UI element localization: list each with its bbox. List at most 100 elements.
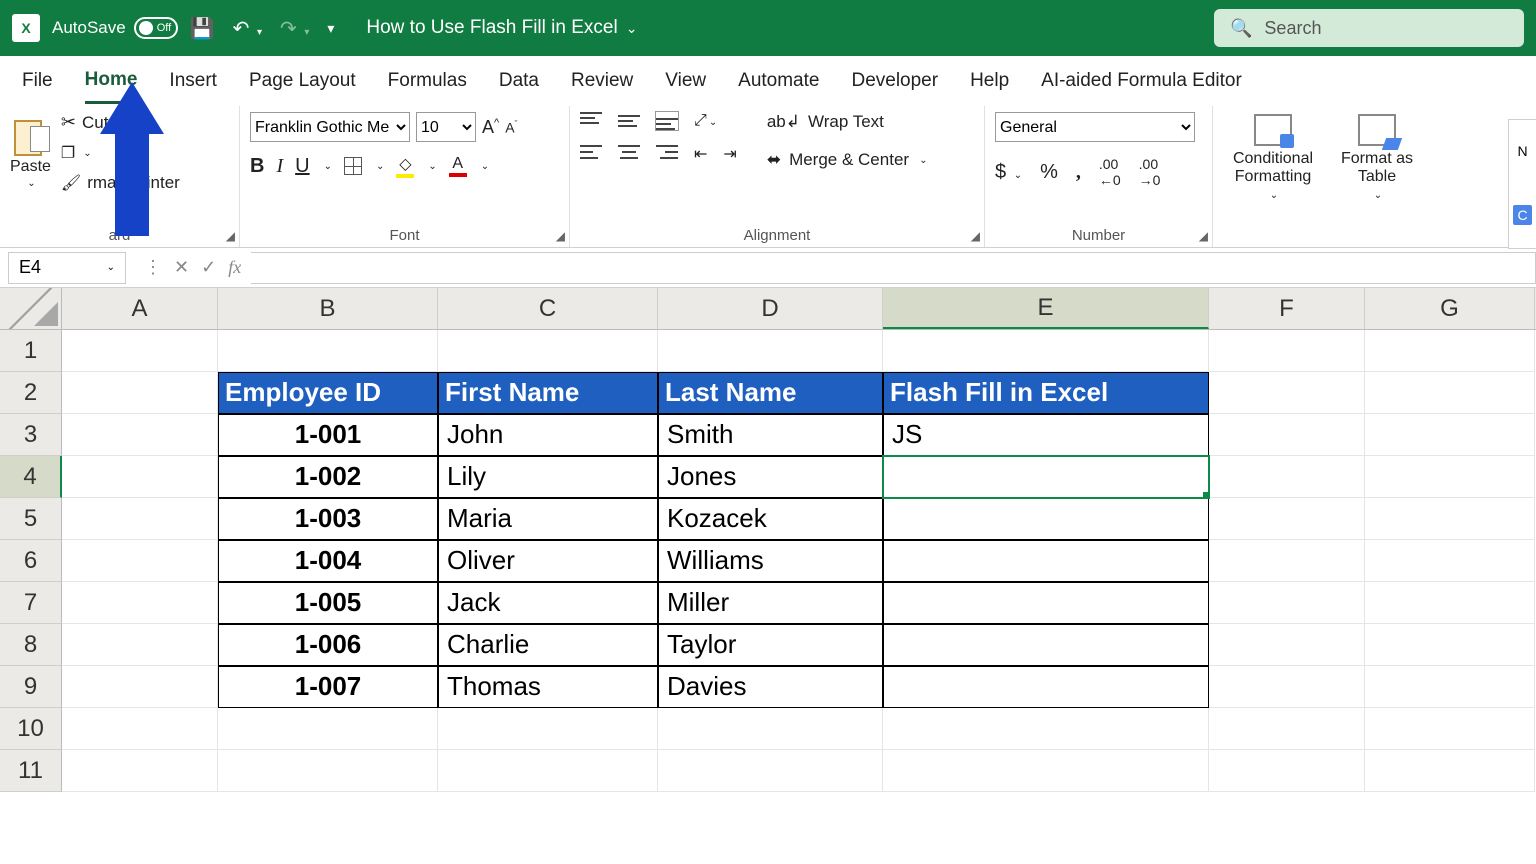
cell-E4[interactable] [883, 456, 1209, 498]
tab-formulas[interactable]: Formulas [388, 60, 467, 102]
fx-icon[interactable]: fx [228, 257, 241, 278]
undo-icon[interactable]: ↶ ▾ [233, 16, 262, 41]
cell-D10[interactable] [658, 708, 883, 750]
row-header-4[interactable]: 4 [0, 456, 62, 498]
column-header-F[interactable]: F [1209, 288, 1365, 329]
cell-A3[interactable] [62, 414, 218, 456]
cell-B5[interactable]: 1-003 [218, 498, 438, 540]
percent-button[interactable]: % [1040, 161, 1058, 184]
cell-F8[interactable] [1209, 624, 1365, 666]
cell-D7[interactable]: Miller [658, 582, 883, 624]
cell-G3[interactable] [1365, 414, 1535, 456]
cell-F1[interactable] [1209, 330, 1365, 372]
cell-D8[interactable]: Taylor [658, 624, 883, 666]
increase-decimal-icon[interactable]: .00←0 [1099, 156, 1121, 188]
merge-center-button[interactable]: ⬌Merge & Center ⌄ [767, 150, 928, 170]
cancel-icon[interactable]: ✕ [174, 257, 189, 278]
column-header-G[interactable]: G [1365, 288, 1535, 329]
orientation-button[interactable]: ⤢⌄ [694, 112, 717, 130]
underline-button[interactable]: U [295, 155, 309, 178]
cell-C5[interactable]: Maria [438, 498, 658, 540]
tab-view[interactable]: View [665, 60, 706, 102]
tab-review[interactable]: Review [571, 60, 633, 102]
cell-F2[interactable] [1209, 372, 1365, 414]
cell-A10[interactable] [62, 708, 218, 750]
row-header-3[interactable]: 3 [0, 414, 62, 456]
row-header-6[interactable]: 6 [0, 540, 62, 582]
cell-C2[interactable]: First Name [438, 372, 658, 414]
decrease-indent-icon[interactable]: ⇤ [694, 144, 707, 164]
cell-D5[interactable]: Kozacek [658, 498, 883, 540]
cell-G7[interactable] [1365, 582, 1535, 624]
format-as-table-button[interactable]: Format as Table⌄ [1337, 114, 1417, 239]
cell-F11[interactable] [1209, 750, 1365, 792]
cell-B4[interactable]: 1-002 [218, 456, 438, 498]
cell-B1[interactable] [218, 330, 438, 372]
tab-page-layout[interactable]: Page Layout [249, 60, 356, 102]
row-header-9[interactable]: 9 [0, 666, 62, 708]
redo-icon[interactable]: ↷ ▾ [280, 16, 309, 41]
cell-F5[interactable] [1209, 498, 1365, 540]
tab-help[interactable]: Help [970, 60, 1009, 102]
cell-E3[interactable]: JS [883, 414, 1209, 456]
tab-automate[interactable]: Automate [738, 60, 819, 102]
cell-E5[interactable] [883, 498, 1209, 540]
name-box[interactable]: E4 ⌄ [8, 252, 126, 284]
row-header-1[interactable]: 1 [0, 330, 62, 372]
dialog-launcher-icon[interactable]: ◢ [226, 229, 235, 243]
cell-C11[interactable] [438, 750, 658, 792]
cell-D1[interactable] [658, 330, 883, 372]
chevron-down-icon[interactable]: ⌄ [27, 178, 35, 189]
cell-E7[interactable] [883, 582, 1209, 624]
cell-G6[interactable] [1365, 540, 1535, 582]
search-input[interactable]: 🔍 Search [1214, 9, 1524, 47]
cell-F4[interactable] [1209, 456, 1365, 498]
currency-button[interactable]: $ ⌄ [995, 161, 1022, 184]
cell-A9[interactable] [62, 666, 218, 708]
cell-A8[interactable] [62, 624, 218, 666]
cell-B11[interactable] [218, 750, 438, 792]
tab-insert[interactable]: Insert [169, 60, 217, 102]
cell-D4[interactable]: Jones [658, 456, 883, 498]
column-header-C[interactable]: C [438, 288, 658, 329]
cell-D9[interactable]: Davies [658, 666, 883, 708]
cell-F7[interactable] [1209, 582, 1365, 624]
cell-C9[interactable]: Thomas [438, 666, 658, 708]
cell-A1[interactable] [62, 330, 218, 372]
column-header-E[interactable]: E [883, 288, 1209, 329]
cell-C1[interactable] [438, 330, 658, 372]
cells-area[interactable]: Employee IDFirst NameLast NameFlash Fill… [62, 330, 1535, 792]
cell-B2[interactable]: Employee ID [218, 372, 438, 414]
cell-E11[interactable] [883, 750, 1209, 792]
cell-E1[interactable] [883, 330, 1209, 372]
cell-E10[interactable] [883, 708, 1209, 750]
cell-G9[interactable] [1365, 666, 1535, 708]
cell-E9[interactable] [883, 666, 1209, 708]
cell-C10[interactable] [438, 708, 658, 750]
column-header-D[interactable]: D [658, 288, 883, 329]
row-header-8[interactable]: 8 [0, 624, 62, 666]
cell-A6[interactable] [62, 540, 218, 582]
cell-D2[interactable]: Last Name [658, 372, 883, 414]
font-size-select[interactable]: 10 [416, 112, 476, 142]
align-left-icon[interactable] [580, 145, 602, 163]
cell-B7[interactable]: 1-005 [218, 582, 438, 624]
document-title[interactable]: How to Use Flash Fill in Excel ⌄ [366, 17, 637, 39]
toggle-switch[interactable]: Off [134, 17, 178, 39]
tab-file[interactable]: File [22, 60, 53, 102]
cell-B6[interactable]: 1-004 [218, 540, 438, 582]
font-color-button[interactable]: A [449, 155, 467, 177]
cell-B8[interactable]: 1-006 [218, 624, 438, 666]
bold-button[interactable]: B [250, 155, 264, 178]
cell-A7[interactable] [62, 582, 218, 624]
decrease-font-icon[interactable]: Aˇ [505, 119, 517, 136]
cell-D6[interactable]: Williams [658, 540, 883, 582]
row-header-11[interactable]: 11 [0, 750, 62, 792]
cell-F6[interactable] [1209, 540, 1365, 582]
increase-font-icon[interactable]: A^ [482, 117, 499, 138]
number-format-select[interactable]: General [995, 112, 1195, 142]
enter-icon[interactable]: ✓ [201, 257, 216, 278]
borders-button[interactable] [344, 157, 362, 175]
select-all-corner[interactable] [0, 288, 62, 329]
cell-F3[interactable] [1209, 414, 1365, 456]
